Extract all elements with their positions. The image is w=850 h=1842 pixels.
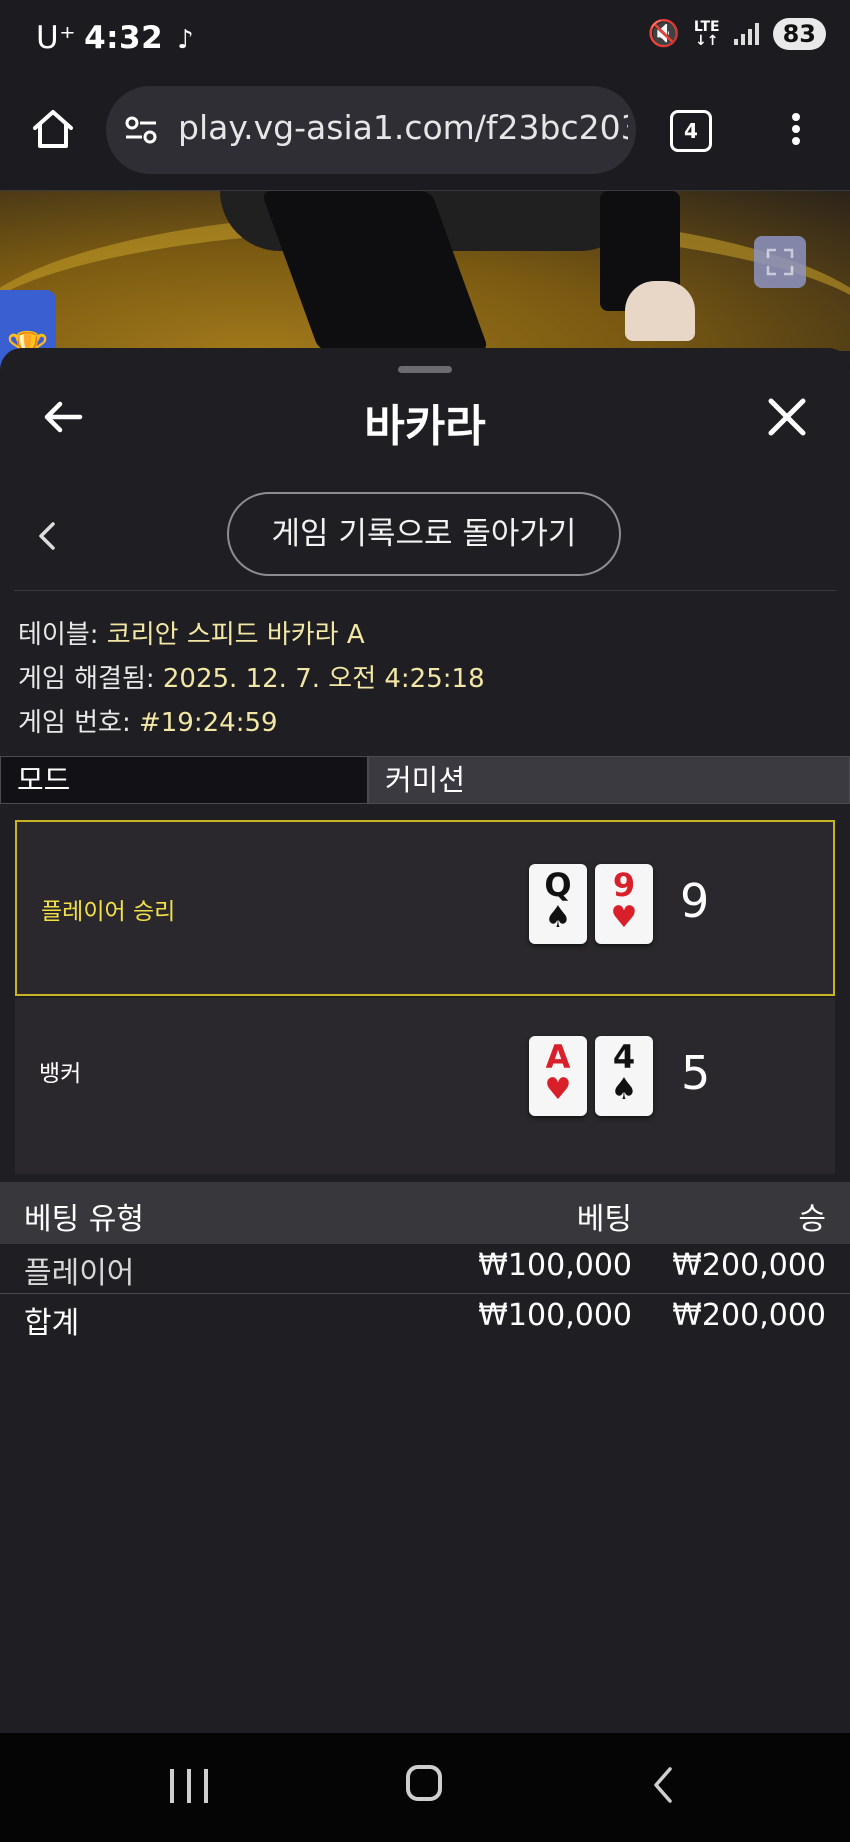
battery-indicator: 83 [772, 18, 826, 50]
mode-label: 모드 [0, 756, 368, 804]
drag-handle[interactable] [398, 366, 452, 373]
resolved-label: 게임 해결됨: [18, 664, 155, 694]
playing-card: 4 ♠ [595, 1036, 653, 1116]
bet-type-header: 베팅 유형 [24, 1202, 144, 1237]
card-rank: Q [544, 866, 572, 904]
banker-hand-row: 뱅커 A ♥ 4 ♠ 5 [15, 998, 835, 1174]
game-number-label: 게임 번호: [18, 708, 131, 738]
table-info: 테이블: 코리안 스피드 바카라 A [18, 614, 365, 651]
game-number-info: 게임 번호: #19:24:59 [18, 702, 278, 739]
banker-label: 뱅커 [39, 1061, 82, 1087]
tiktok-icon: ♪ [177, 25, 195, 55]
bet-amount-cell: ₩100,000 [478, 1248, 632, 1283]
player-hand-row: 플레이어 승리 Q ♠ 9 ♥ 9 [15, 820, 835, 996]
bet-type-cell: 플레이어 [24, 1256, 135, 1291]
total-bet-cell: ₩100,000 [478, 1298, 632, 1333]
playing-card: Q ♠ [529, 864, 587, 944]
playing-card: A ♥ [529, 1036, 587, 1116]
chevron-left-icon[interactable] [36, 520, 58, 552]
dealer-hand [625, 281, 695, 341]
commission-value: 커미션 [368, 756, 850, 804]
table-row: 플레이어 ₩100,000 ₩200,000 [0, 1248, 850, 1296]
site-settings-icon[interactable] [124, 114, 158, 146]
home-nav-icon[interactable] [406, 1765, 442, 1801]
recent-apps-icon[interactable] [170, 1769, 208, 1803]
card-rank: A [545, 1038, 571, 1076]
divider [14, 590, 836, 591]
win-amount-header: 승 [798, 1202, 826, 1237]
status-bar: U⁺ 4:32 ♪ 🔇 LTE ↓↑ 83 [0, 0, 850, 80]
win-amount-cell: ₩200,000 [672, 1248, 826, 1283]
game-detail-sheet: 바카라 게임 기록으로 돌아가기 테이블: 코리안 스피드 바카라 A 게임 해… [0, 348, 850, 1733]
bet-amount-header: 베팅 [576, 1202, 632, 1237]
close-icon[interactable] [766, 396, 808, 438]
live-video-feed [0, 191, 850, 351]
carrier-label: U⁺ [36, 20, 77, 56]
lte-icon: LTE ↓↑ [693, 19, 720, 49]
more-menu-icon[interactable] [784, 110, 808, 150]
table-label: 테이블: [18, 620, 99, 650]
card-rank: 9 [612, 866, 636, 904]
heart-icon: ♥ [544, 1072, 572, 1107]
total-win-cell: ₩200,000 [672, 1298, 826, 1333]
browser-toolbar: play.vg-asia1.com/f23bc203 4 [0, 80, 850, 191]
spade-icon: ♠ [610, 1072, 638, 1107]
home-icon[interactable] [30, 106, 76, 152]
spade-icon: ♠ [544, 900, 572, 935]
resolved-info: 게임 해결됨: 2025. 12. 7. 오전 4:25:18 [18, 658, 485, 695]
bets-table-header: 베팅 유형 베팅 승 [0, 1182, 850, 1244]
mute-icon: 🔇 [647, 19, 680, 49]
player-score: 9 [680, 874, 710, 928]
table-value: 코리안 스피드 바카라 A [106, 620, 365, 650]
status-right: 🔇 LTE ↓↑ 83 [647, 18, 826, 50]
game-number-value: #19:24:59 [138, 708, 278, 738]
card-rank: 4 [612, 1038, 636, 1076]
total-row: 합계 ₩100,000 ₩200,000 [0, 1298, 850, 1346]
sheet-title: 바카라 [364, 401, 486, 452]
mode-row: 모드 커미션 [0, 756, 850, 806]
resolved-value: 2025. 12. 7. 오전 4:25:18 [162, 664, 485, 694]
url-text: play.vg-asia1.com/f23bc203 [178, 108, 628, 147]
heart-icon: ♥ [610, 900, 638, 935]
playing-card: 9 ♥ [595, 864, 653, 944]
tab-switcher-button[interactable]: 4 [670, 110, 712, 152]
url-bar[interactable]: play.vg-asia1.com/f23bc203 [106, 86, 636, 174]
system-nav-bar [0, 1733, 850, 1842]
banker-score: 5 [681, 1046, 711, 1100]
total-label: 합계 [24, 1306, 80, 1341]
fullscreen-icon[interactable] [754, 236, 806, 288]
signal-icon [733, 23, 759, 45]
back-to-history-button[interactable]: 게임 기록으로 돌아가기 [227, 492, 621, 576]
divider [0, 1293, 850, 1294]
network-label: LTE [693, 19, 720, 35]
clock: 4:32 [84, 20, 164, 56]
status-left: U⁺ 4:32 ♪ [36, 20, 194, 56]
back-nav-icon[interactable] [652, 1765, 674, 1805]
player-result-label: 플레이어 승리 [41, 899, 176, 925]
